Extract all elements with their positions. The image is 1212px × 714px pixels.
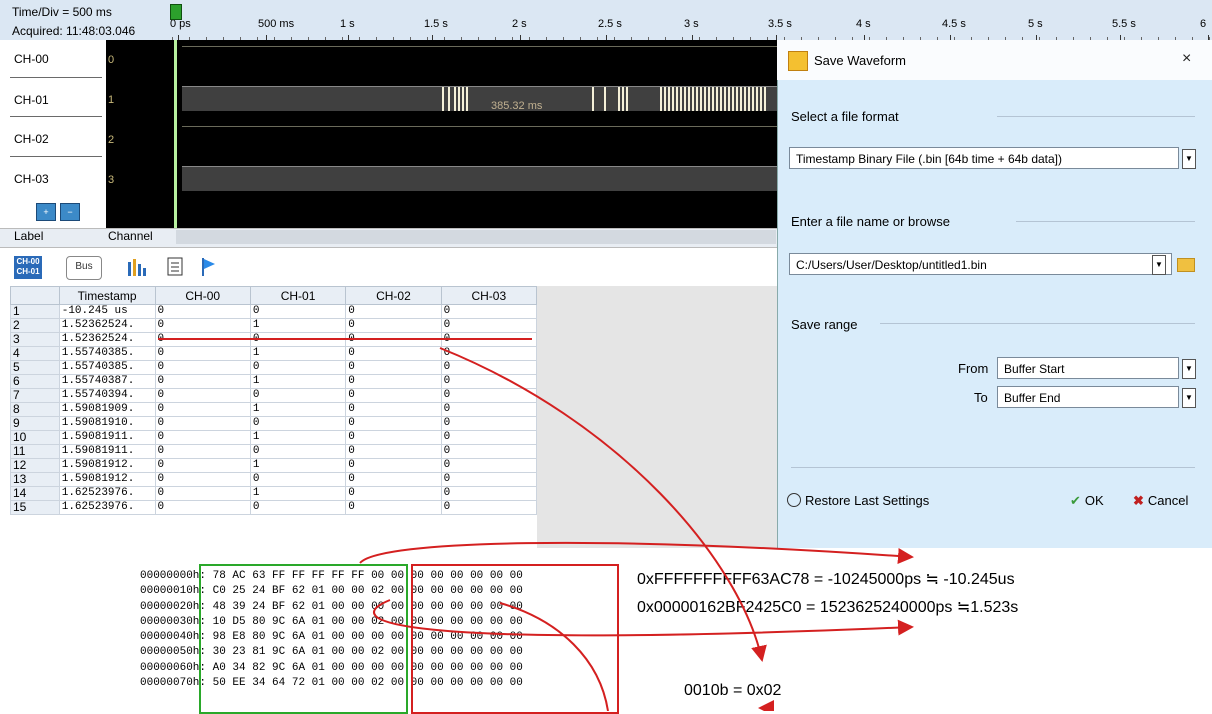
arrow-first-timestamp [359,541,914,564]
arrow-row2-to-data [439,347,767,662]
annotation-arrows [158,338,914,711]
arrow-data-byte [499,602,609,711]
arrow-second-timestamp [373,599,914,637]
